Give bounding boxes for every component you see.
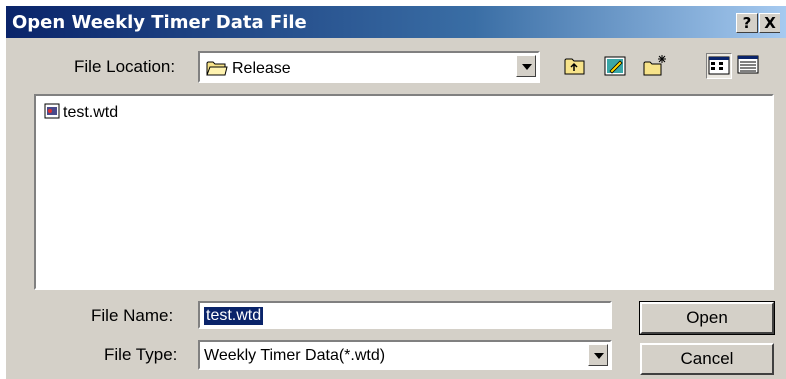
title-bar[interactable]: Open Weekly Timer Data File ? X	[6, 6, 786, 38]
file-type-label: File Type:	[104, 345, 178, 364]
file-name-label: test.wtd	[63, 104, 119, 121]
chevron-down-icon[interactable]	[588, 344, 608, 366]
cancel-button[interactable]: Cancel	[640, 343, 774, 375]
desktop-button[interactable]	[602, 53, 628, 79]
details-view-button[interactable]	[736, 53, 762, 79]
new-folder-icon	[643, 55, 666, 76]
list-view-icon	[708, 56, 730, 75]
wtd-file-icon	[44, 103, 60, 124]
file-type-combo[interactable]: Weekly Timer Data(*.wtd)	[198, 340, 612, 370]
file-location-combo[interactable]: Release	[198, 51, 540, 83]
file-location-value: Release	[232, 60, 291, 77]
folder-up-icon	[564, 58, 585, 75]
list-view-button[interactable]	[706, 53, 732, 79]
dialog-title: Open Weekly Timer Data File	[12, 12, 307, 33]
file-list[interactable]: test.wtd	[34, 94, 774, 290]
file-name-input[interactable]: test.wtd	[198, 301, 612, 329]
open-file-dialog: Open Weekly Timer Data File ? X File Loc…	[6, 6, 786, 379]
up-one-level-button[interactable]	[562, 53, 588, 79]
file-location-label: File Location:	[74, 57, 176, 76]
new-folder-button[interactable]	[642, 53, 668, 79]
desktop-icon	[604, 56, 626, 76]
open-button[interactable]: Open	[639, 301, 775, 335]
list-item[interactable]: test.wtd	[44, 103, 119, 124]
chevron-down-icon[interactable]	[516, 55, 536, 77]
file-name-label: File Name:	[91, 306, 174, 325]
close-button[interactable]: X	[759, 13, 780, 33]
details-view-icon	[737, 55, 759, 74]
file-name-value: test.wtd	[204, 307, 264, 325]
help-button[interactable]: ?	[736, 13, 758, 33]
file-type-value: Weekly Timer Data(*.wtd)	[204, 347, 386, 364]
folder-icon	[206, 59, 228, 82]
